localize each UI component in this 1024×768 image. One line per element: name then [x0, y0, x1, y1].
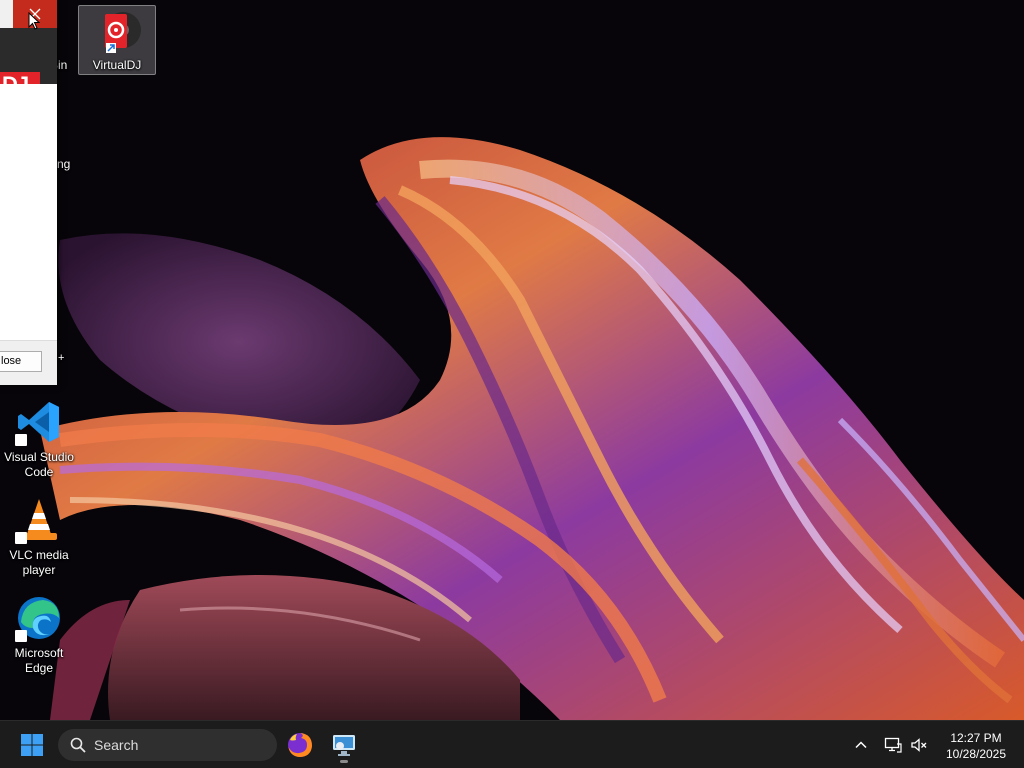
volume-muted-icon — [911, 738, 927, 752]
shortcut-arrow-icon — [15, 630, 27, 642]
desktop-icon-label: Visual Studio Code — [4, 450, 74, 479]
search-icon — [70, 737, 86, 753]
taskbar-search-box[interactable]: Search — [58, 729, 277, 761]
shortcut-arrow-icon — [15, 434, 27, 446]
chevron-up-icon — [855, 741, 867, 749]
virtualdj-icon — [93, 10, 141, 54]
desktop-icon-label: VirtualDJ — [92, 58, 142, 72]
virtualdj-dialog-window: DJ lose — [0, 0, 57, 385]
firefox-icon — [288, 733, 312, 757]
volume-button[interactable] — [908, 734, 930, 756]
taskbar-app-remote-desktop[interactable] — [328, 729, 360, 763]
network-icon — [884, 737, 902, 753]
desktop-icon-vlc[interactable]: VLC media player — [0, 496, 78, 578]
app-running-indicator — [340, 760, 348, 763]
vscode-icon — [15, 398, 63, 446]
taskbar: Search 12:27 PM 10/28/2025 — [0, 720, 1024, 768]
desktop-icon-edge[interactable]: Microsoft Edge — [0, 594, 78, 676]
dialog-body — [0, 84, 57, 344]
close-button[interactable]: lose — [0, 351, 42, 372]
desktop-icon-label: VLC media player — [9, 548, 69, 577]
taskbar-clock[interactable]: 12:27 PM 10/28/2025 — [936, 730, 1016, 762]
clock-time: 12:27 PM — [950, 731, 1002, 745]
expand-glyph: + — [58, 352, 65, 364]
desktop-icon-vscode[interactable]: Visual Studio Code — [0, 398, 78, 480]
mouse-cursor — [28, 12, 40, 30]
shortcut-arrow-icon — [15, 532, 27, 544]
taskbar-app-firefox[interactable] — [284, 729, 316, 761]
search-placeholder: Search — [94, 737, 139, 753]
wallpaper — [40, 137, 1024, 720]
desktop-icon-virtualdj[interactable]: VirtualDJ — [78, 5, 156, 75]
desktop[interactable]: VirtualDJ Bin ng Visual Studio Code VLC — [0, 0, 1024, 720]
network-button[interactable] — [882, 734, 904, 756]
edge-icon — [15, 594, 63, 642]
vlc-icon — [15, 496, 63, 544]
desktop-icon-label: Microsoft Edge — [14, 646, 64, 675]
clock-date: 10/28/2025 — [945, 747, 1007, 761]
start-button[interactable] — [14, 731, 50, 759]
remote-desktop-icon — [333, 735, 355, 756]
dialog-banner: DJ — [0, 28, 57, 98]
icon-label-fragment: ng — [57, 157, 71, 171]
windows-logo-icon — [21, 734, 43, 756]
show-hidden-icons-button[interactable] — [850, 734, 872, 756]
